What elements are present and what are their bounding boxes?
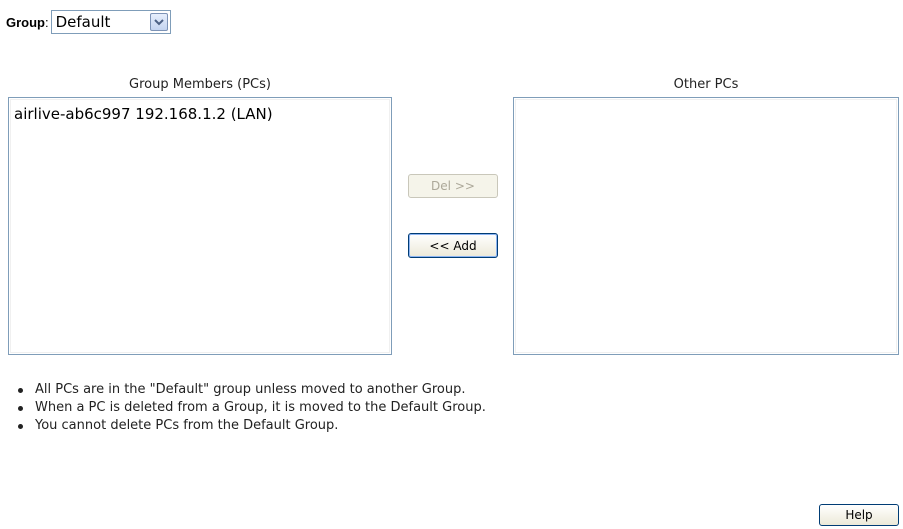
group-select-value: Default bbox=[55, 13, 111, 31]
group-members-header: Group Members (PCs) bbox=[129, 77, 271, 92]
chevron-down-icon[interactable] bbox=[149, 13, 168, 31]
group-label: Group: bbox=[6, 14, 49, 30]
del-button[interactable]: Del >> bbox=[408, 174, 498, 198]
other-pcs-list[interactable] bbox=[513, 97, 899, 355]
add-button[interactable]: << Add bbox=[408, 233, 498, 258]
group-select[interactable]: Default bbox=[50, 10, 171, 34]
help-button[interactable]: Help bbox=[819, 504, 899, 526]
list-item: All PCs are in the "Default" group unles… bbox=[18, 381, 486, 399]
list-item: You cannot delete PCs from the Default G… bbox=[18, 417, 486, 435]
group-members-list[interactable]: airlive-ab6c997 192.168.1.2 (LAN) bbox=[8, 97, 392, 355]
other-pcs-header: Other PCs bbox=[673, 77, 739, 92]
list-item: When a PC is deleted from a Group, it is… bbox=[18, 400, 486, 415]
list-item[interactable]: airlive-ab6c997 192.168.1.2 (LAN) bbox=[9, 98, 391, 123]
group-selector-row: Group: Default bbox=[6, 9, 171, 35]
notes-list: All PCs are in the "Default" group unles… bbox=[10, 381, 486, 435]
